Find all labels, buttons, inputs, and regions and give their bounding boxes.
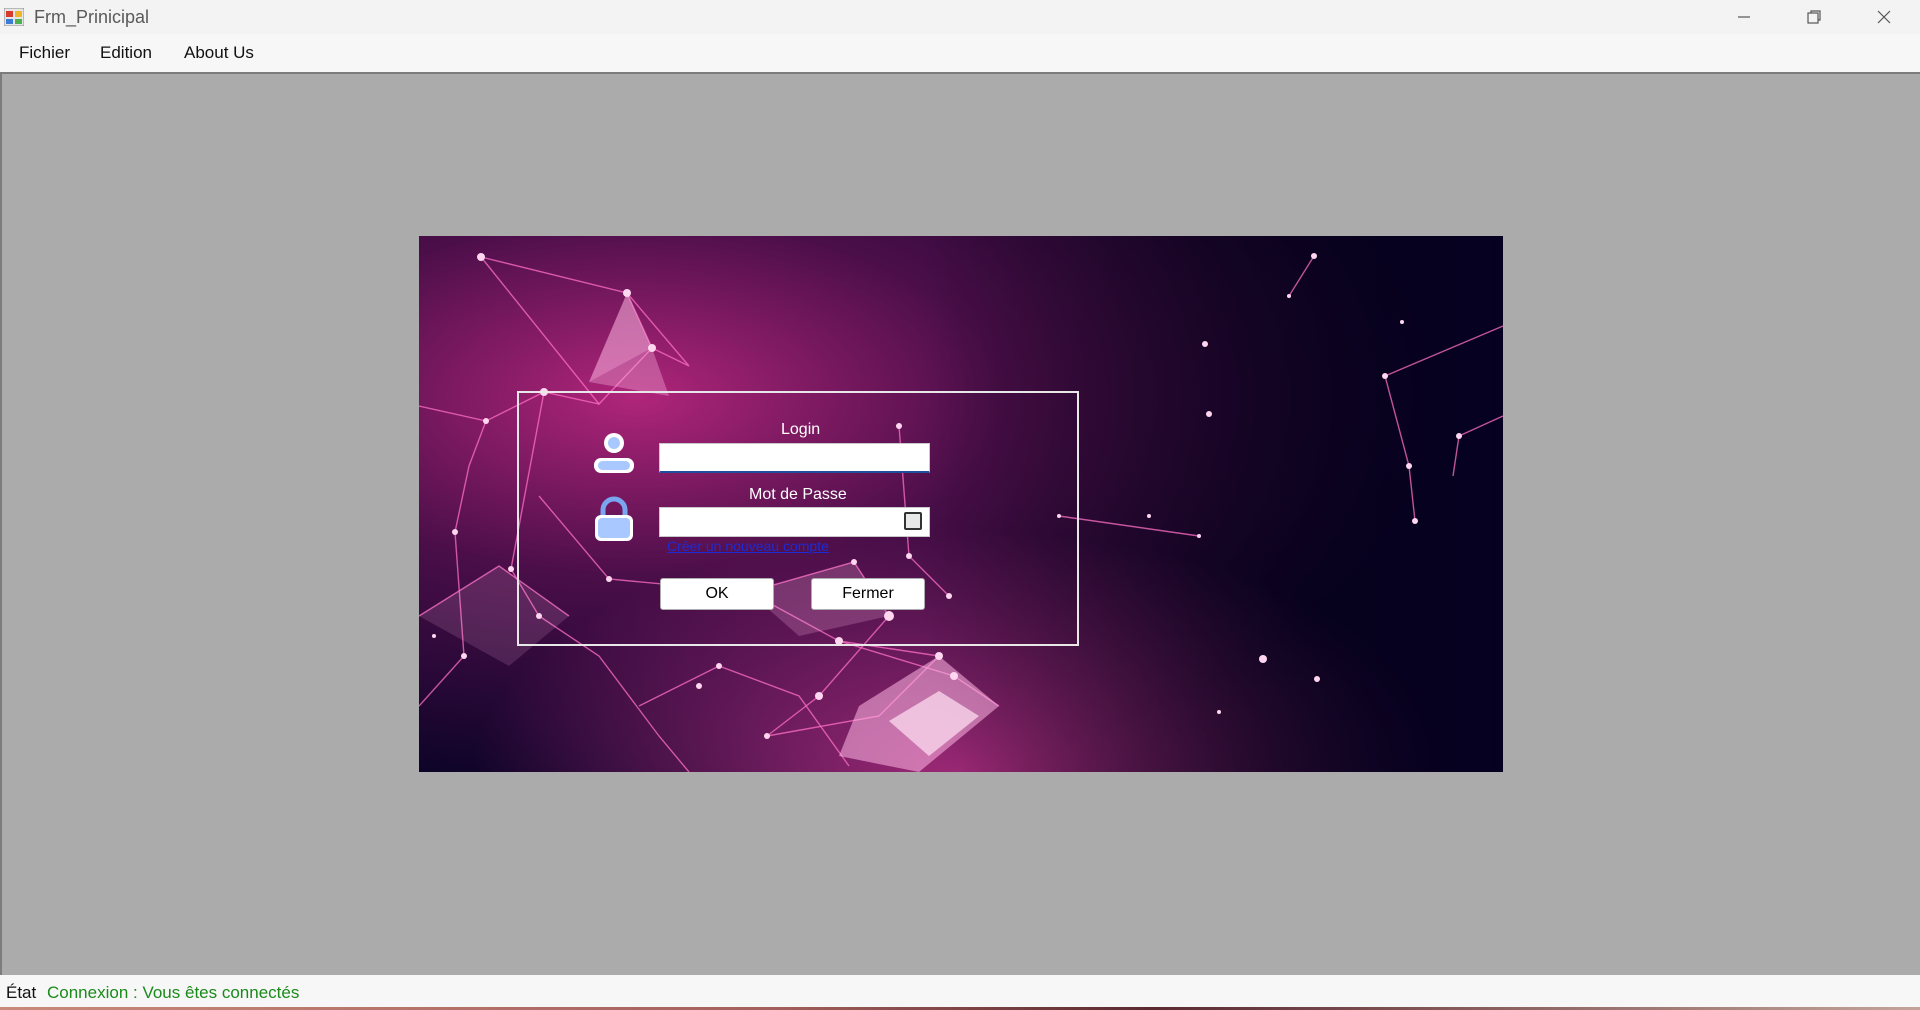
window-title: Frm_Prinicipal bbox=[34, 7, 150, 27]
lock-icon bbox=[595, 496, 633, 541]
menu-fichier[interactable]: Fichier bbox=[19, 43, 70, 63]
user-icon bbox=[594, 433, 634, 473]
restore-button[interactable] bbox=[1780, 0, 1848, 34]
ok-button[interactable]: OK bbox=[660, 578, 774, 610]
password-label: Mot de Passe bbox=[749, 486, 847, 503]
login-label: Login bbox=[781, 421, 821, 438]
minimize-icon bbox=[1738, 16, 1750, 18]
main-window: Frm_Prinicipal Fichier Edition About Us bbox=[0, 0, 1920, 1010]
login-input[interactable] bbox=[659, 443, 930, 473]
create-account-link[interactable]: Créer un nouveau compte bbox=[667, 538, 829, 554]
menu-bar: Fichier Edition About Us bbox=[0, 34, 1920, 72]
password-input[interactable] bbox=[659, 507, 930, 537]
restore-icon bbox=[1807, 10, 1821, 24]
login-panel: Login Mot de Passe Créer un nouveau comp… bbox=[517, 391, 1079, 646]
status-text: Connexion : Vous êtes connectés bbox=[47, 983, 300, 1002]
status-label: État bbox=[6, 983, 37, 1002]
close-form-button[interactable]: Fermer bbox=[811, 578, 925, 610]
status-bar: État Connexion : Vous êtes connectés bbox=[0, 975, 1920, 1010]
close-button[interactable] bbox=[1850, 0, 1918, 34]
close-icon bbox=[1877, 10, 1891, 24]
title-bar[interactable]: Frm_Prinicipal bbox=[0, 0, 1920, 34]
show-password-checkbox[interactable] bbox=[904, 512, 922, 530]
minimize-button[interactable] bbox=[1710, 0, 1778, 34]
menu-about-us[interactable]: About Us bbox=[184, 43, 254, 63]
menu-edition[interactable]: Edition bbox=[100, 43, 152, 63]
app-icon bbox=[4, 8, 24, 26]
